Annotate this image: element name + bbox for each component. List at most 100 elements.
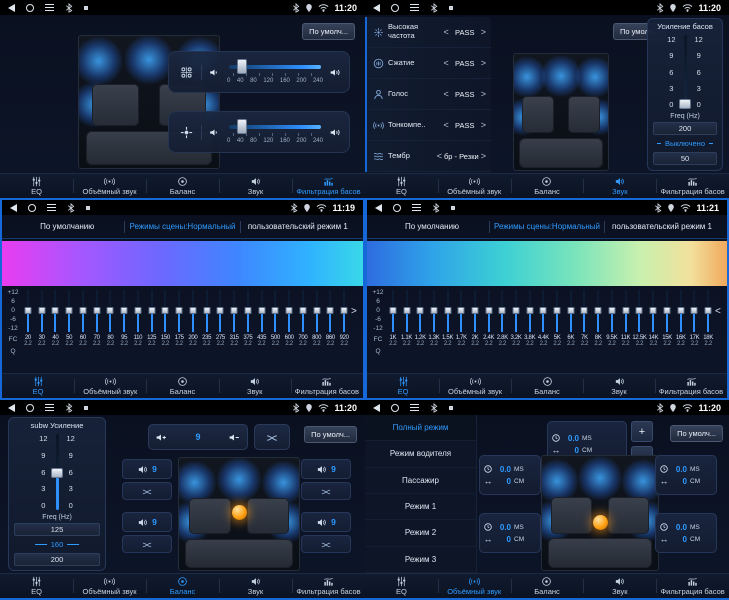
delay-increase-button[interactable]: + [631,421,653,442]
slider-track[interactable] [82,290,84,332]
slider-handle[interactable] [513,307,520,314]
eq-band-slider[interactable]: 200 2.2 [186,290,200,347]
slider-handle[interactable] [52,307,59,314]
slider-handle[interactable] [430,307,437,314]
slider-handle[interactable] [313,307,320,314]
prev-value-button[interactable]: < [441,27,450,37]
slider-handle[interactable] [485,307,492,314]
slider-handle[interactable] [526,307,533,314]
slider-track[interactable] [392,290,394,332]
next-value-button[interactable]: > [479,151,488,161]
slider-track[interactable] [447,290,449,332]
delay-tile-rear-left[interactable]: 0.0MS ↔0CM [479,513,541,553]
slider-track[interactable] [693,290,695,332]
slider-handle[interactable] [134,307,141,314]
slider-handle[interactable] [403,307,410,314]
setting-row-high-frequency[interactable]: Высокая частота < PASS > [367,17,491,48]
mode-1[interactable]: Режим 1 [365,494,476,520]
next-value-button[interactable]: > [479,120,488,130]
eq-band-slider[interactable]: 4.4K 2.2 [537,290,551,347]
delay-tile-front-right[interactable]: 0.0MS ↔0CM [655,455,717,495]
default-button[interactable]: По умолч... [304,426,357,443]
slider-handle[interactable] [499,307,506,314]
slider-track[interactable] [192,290,194,332]
slider-handle[interactable] [554,307,561,314]
slider-track[interactable] [419,290,421,332]
mode-3[interactable]: Режим 3 [365,547,476,573]
slider-track[interactable] [460,290,462,332]
slider-handle[interactable] [608,307,615,314]
speaker-low-icon[interactable] [208,66,221,79]
delay-tile-front-left[interactable]: 0.0MS ↔0CM [479,455,541,495]
subwoofer-gain-slider[interactable] [56,434,59,510]
prev-value-button[interactable]: < [441,120,450,130]
slider-track[interactable] [164,290,166,332]
mode-2[interactable]: Режим 2 [365,520,476,546]
slider-handle[interactable] [79,307,86,314]
tab-surround[interactable]: Объёмный звук [438,174,511,198]
eq-mode-user[interactable]: пользовательский режим 1 [241,222,355,231]
slider-handle[interactable] [272,307,279,314]
tab-balance[interactable]: Баланс [511,374,583,398]
tab-bass-filter[interactable]: Фильтрация басов [292,174,365,198]
slider-handle[interactable] [581,307,588,314]
setting-row-compression[interactable]: Сжатие < PASS > [367,48,491,79]
volume-down-icon[interactable] [228,431,241,444]
slider-track[interactable] [707,290,709,332]
delay-tile-rear-right[interactable]: 0.0MS ↔0CM [655,513,717,553]
tab-eq[interactable]: EQ [365,174,438,198]
slider-handle[interactable] [650,307,657,314]
home-icon[interactable] [393,204,401,212]
setting-row-timbre[interactable]: Тембр < бр - Резки > [367,141,491,172]
eq-band-slider[interactable]: 7K 2.2 [578,290,592,347]
tab-bass-filter[interactable]: Фильтрация басов [292,574,365,598]
slider-handle[interactable] [93,307,100,314]
mode-full[interactable]: Полный режим [365,415,476,441]
slider-track[interactable] [178,290,180,332]
eq-mode-default[interactable]: По умолчанию [10,222,124,231]
speaker-volume[interactable]: 9 [301,512,351,532]
speaker-high-icon[interactable] [329,66,342,79]
home-icon[interactable] [391,404,399,412]
eq-band-slider[interactable]: 920 2.2 [337,290,351,347]
slider-track[interactable] [261,290,263,332]
freq-option[interactable]: 200 [14,553,100,566]
mode-driver[interactable]: Режим водителя [365,441,476,467]
home-icon[interactable] [26,404,34,412]
crossover-frequency-slider[interactable]: 04080120160200240 [227,117,323,147]
eq-band-slider[interactable]: 9.5K 2.2 [605,290,619,347]
tab-surround[interactable]: Объёмный звук [73,574,146,598]
eq-band-slider[interactable]: 8K 2.2 [591,290,605,347]
slider-handle[interactable] [327,307,334,314]
slider-track[interactable] [474,290,476,332]
tab-eq[interactable]: EQ [0,574,73,598]
eq-band-slider[interactable]: 1.1K 2.2 [400,290,414,347]
slider-handle[interactable] [24,307,31,314]
slider-track[interactable] [247,290,249,332]
slider-handle[interactable] [107,307,114,314]
next-value-button[interactable]: > [479,89,488,99]
tab-sound[interactable]: Звук [583,374,655,398]
slider-track[interactable] [556,290,558,332]
eq-band-slider[interactable]: 600 2.2 [282,290,296,347]
speaker-curve-button[interactable] [301,482,351,500]
tab-balance[interactable]: Баланс [146,374,218,398]
back-icon[interactable] [8,404,15,412]
prev-value-button[interactable]: < [441,89,450,99]
recents-menu-icon[interactable] [410,407,419,409]
recents-menu-icon[interactable] [45,407,54,409]
slider-track[interactable] [329,290,331,332]
home-icon[interactable] [28,204,36,212]
eq-band-slider[interactable]: 14K 2.2 [647,290,661,347]
tab-eq[interactable]: EQ [365,574,438,598]
slider-handle[interactable] [286,307,293,314]
tab-sound[interactable]: Звук [583,174,656,198]
eq-band-slider[interactable]: 500 2.2 [269,290,283,347]
slider-handle[interactable] [51,468,63,478]
slider-track[interactable] [68,290,70,332]
eq-band-slider[interactable]: 125 2.2 [145,290,159,347]
slider-track[interactable] [316,290,318,332]
filter-curve-button[interactable] [254,424,290,450]
eq-band-slider[interactable]: 2K 2.2 [468,290,482,347]
slider-track[interactable] [137,290,139,332]
